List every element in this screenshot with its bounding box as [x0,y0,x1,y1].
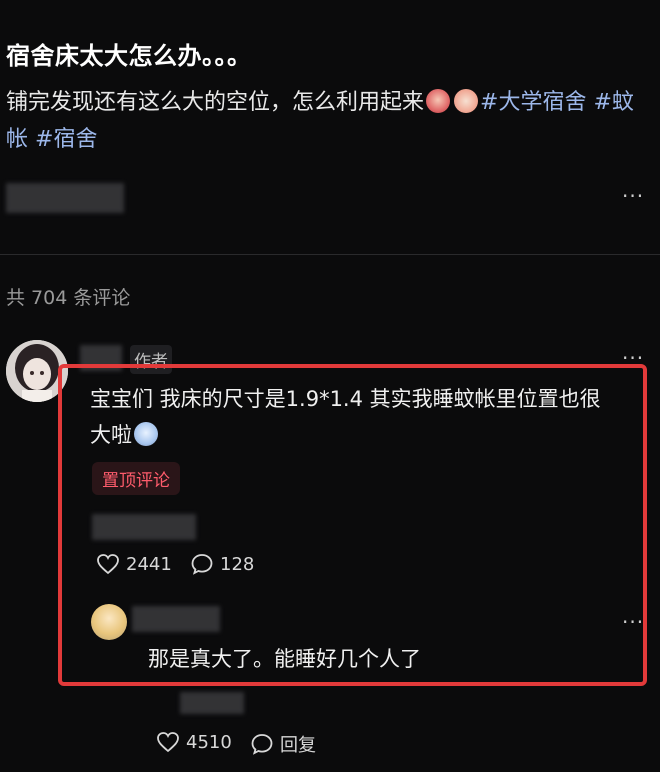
bottom-reply-label: 回复 [280,735,316,756]
comment-bubble-icon [251,734,273,755]
embarrassed-face-icon [454,89,479,113]
bottom-reply-button[interactable]: 回复 [250,731,316,757]
top-comment-line-2: 大啦 [90,417,630,453]
divider [0,254,660,255]
bottom-like[interactable]: 4510 [156,731,232,753]
hashtag-sushe[interactable]: #宿舍 [35,127,97,152]
blurred-comment-meta [92,514,196,540]
heart-icon [97,554,119,575]
reply-avatar[interactable] [91,604,127,640]
top-comment-reply-count: 128 [220,553,255,575]
post-more-button[interactable]: ··· [622,184,644,208]
bottom-like-count: 4510 [186,731,232,753]
post-title: 宿舍床太大怎么办。。。 [6,42,252,70]
top-comment-like[interactable]: 2441 [96,553,172,575]
top-comment-text: 宝宝们 我床的尺寸是1.9*1.4 其实我睡蚊帐里位置也很 大啦 [90,381,630,453]
pinned-comment-badge: 置顶评论 [92,462,180,495]
post-body-text: 铺完发现还有这么大的空位，怎么利用起来 [6,90,425,115]
reply-text: 那是真大了。能睡好几个人了 [148,647,421,671]
blurred-reply-name [132,606,220,632]
top-comment-line-1: 宝宝们 我床的尺寸是1.9*1.4 其实我睡蚊帐里位置也很 [90,387,601,411]
crying-face-icon [134,422,158,446]
reply-more-button[interactable]: ··· [622,610,644,634]
comment-bubble-icon [191,554,213,575]
post-body: 铺完发现还有这么大的空位，怎么利用起来 #大学宿舍 #蚊帐 #宿舍 [6,84,646,158]
blurred-lower-meta [180,692,244,714]
top-comment-like-count: 2441 [126,553,172,575]
heart-icon [157,732,179,753]
hashtag-daxuesushe[interactable]: #大学宿舍 [480,90,586,115]
blurred-post-meta [6,183,124,213]
blushing-face-icon [426,89,451,113]
comment-count: 共 704 条评论 [6,287,131,309]
top-comment-replies[interactable]: 128 [190,553,254,575]
